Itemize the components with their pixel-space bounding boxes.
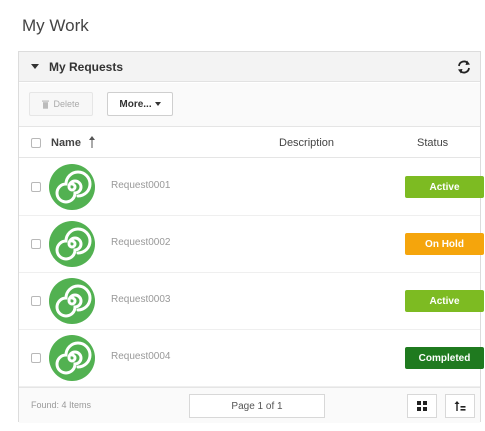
refresh-icon[interactable] xyxy=(456,59,472,75)
table-row[interactable]: Request0002 On Hold xyxy=(19,216,484,273)
swirl-icon xyxy=(49,278,95,324)
request-name[interactable]: Request0004 xyxy=(111,351,171,362)
row-checkbox[interactable] xyxy=(31,296,41,306)
row-checkbox[interactable] xyxy=(31,182,41,192)
sort-view-button[interactable] xyxy=(445,394,475,418)
table-row[interactable]: Request0003 Active xyxy=(19,273,484,330)
column-header-name[interactable]: Name xyxy=(51,137,81,149)
more-button-label: More... xyxy=(119,98,152,110)
status-badge: Completed xyxy=(405,347,484,369)
sort-view-icon xyxy=(454,400,466,411)
status-badge: On Hold xyxy=(405,233,484,255)
toolbar: Delete More... xyxy=(19,83,480,127)
table-footer: Found: 4 Items Page 1 of 1 xyxy=(19,387,480,423)
request-name[interactable]: Request0003 xyxy=(111,294,171,305)
swirl-icon xyxy=(49,164,95,210)
panel-header[interactable]: My Requests xyxy=(19,52,480,82)
delete-button[interactable]: Delete xyxy=(29,92,93,116)
swirl-icon xyxy=(49,335,95,381)
row-checkbox[interactable] xyxy=(31,353,41,363)
page-indicator[interactable]: Page 1 of 1 xyxy=(189,394,325,418)
trash-icon xyxy=(42,100,50,109)
column-header-status[interactable]: Status xyxy=(417,137,448,149)
found-count: Found: 4 Items xyxy=(31,400,92,410)
sort-ascending-icon[interactable] xyxy=(89,136,95,148)
request-name[interactable]: Request0001 xyxy=(111,180,171,191)
more-button[interactable]: More... xyxy=(107,92,173,116)
collapse-caret-icon[interactable] xyxy=(31,64,39,69)
table-header: Name Description Status xyxy=(19,128,480,158)
grid-view-button[interactable] xyxy=(407,394,437,418)
row-checkbox[interactable] xyxy=(31,239,41,249)
status-badge: Active xyxy=(405,290,484,312)
status-badge: Active xyxy=(405,176,484,198)
table-row[interactable]: Request0004 Completed xyxy=(19,330,484,387)
table-row[interactable]: Request0001 Active xyxy=(19,159,484,216)
chevron-down-icon xyxy=(154,102,161,106)
my-work-window: My Work My Requests Delete More... Name … xyxy=(12,4,484,427)
page-indicator-label: Page 1 of 1 xyxy=(231,400,283,412)
my-requests-panel: My Requests Delete More... Name Descript… xyxy=(18,51,484,423)
grid-view-icon xyxy=(417,401,427,411)
column-header-description[interactable]: Description xyxy=(279,137,334,149)
swirl-icon xyxy=(49,221,95,267)
panel-title: My Requests xyxy=(49,60,124,74)
page-title: My Work xyxy=(22,16,89,35)
delete-button-label: Delete xyxy=(53,99,80,109)
select-all-checkbox[interactable] xyxy=(31,138,41,148)
request-name[interactable]: Request0002 xyxy=(111,237,171,248)
